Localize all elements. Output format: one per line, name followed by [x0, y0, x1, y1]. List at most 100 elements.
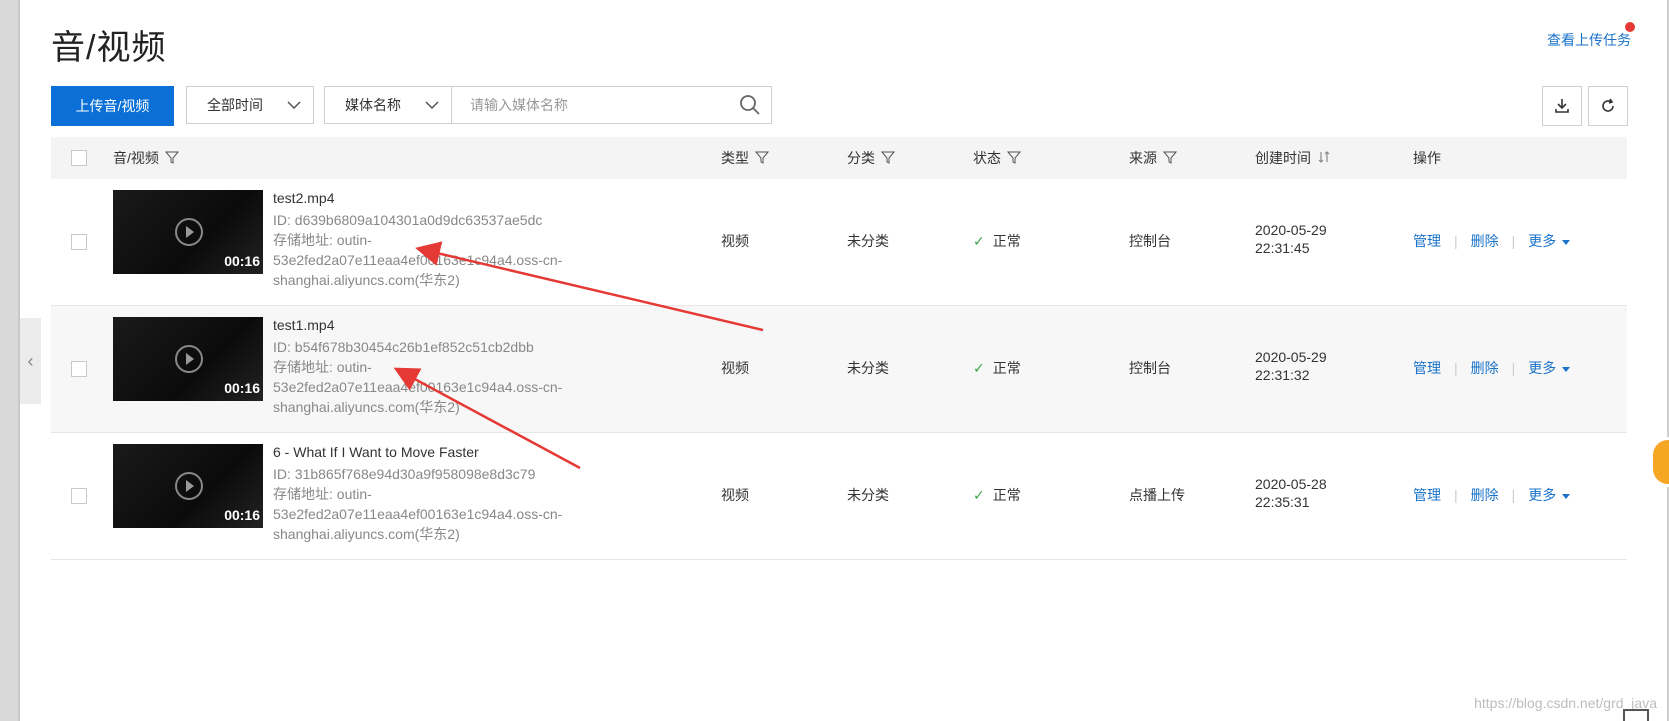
- storage-line-1: 存储地址: outin-: [273, 232, 372, 248]
- media-source: 点播上传: [1129, 487, 1185, 503]
- media-id: ID: 31b865f768e94d30a9f958098e8d3c79: [273, 466, 536, 482]
- table-row: 00:16 test1.mp4 ID: b54f678b30454c26b1ef…: [51, 306, 1627, 433]
- more-label: 更多: [1528, 233, 1557, 249]
- time-filter-value: 全部时间: [207, 97, 263, 113]
- caret-down-icon: [1562, 493, 1571, 499]
- media-source: 控制台: [1129, 233, 1171, 249]
- more-dropdown[interactable]: 更多: [1528, 358, 1571, 378]
- row-checkbox[interactable]: [71, 361, 87, 377]
- more-dropdown[interactable]: 更多: [1528, 485, 1571, 505]
- play-icon: [175, 472, 203, 500]
- media-name: 6 - What If I Want to Move Faster: [273, 444, 479, 460]
- col-category: 分类: [847, 137, 896, 179]
- search-field-select[interactable]: 媒体名称: [324, 86, 452, 124]
- created-date: 2020-05-29: [1255, 349, 1327, 365]
- check-icon: ✓: [973, 360, 985, 376]
- created-time: 22:35:31: [1255, 494, 1310, 510]
- storage-line-2: 53e2fed2a07e11eaa4ef00163e1c94a4.oss-cn-: [273, 252, 563, 268]
- left-gutter: [0, 0, 18, 721]
- filter-icon[interactable]: [880, 150, 896, 167]
- download-button[interactable]: [1542, 86, 1582, 126]
- status-label: 正常: [992, 233, 1021, 249]
- chevron-down-icon: [425, 101, 439, 109]
- status-label: 正常: [992, 360, 1021, 376]
- storage-line-1: 存储地址: outin-: [273, 359, 372, 375]
- more-label: 更多: [1528, 360, 1557, 376]
- col-source: 来源: [1129, 137, 1178, 179]
- filter-icon[interactable]: [754, 150, 770, 167]
- divider: |: [1454, 233, 1458, 249]
- divider: |: [1511, 233, 1516, 249]
- media-id: ID: d639b6809a104301a0d9dc63537ae5dc: [273, 212, 543, 228]
- col-actions: 操作: [1413, 137, 1441, 179]
- filter-icon[interactable]: [1162, 150, 1178, 167]
- delete-link[interactable]: 删除: [1471, 358, 1499, 378]
- search-input[interactable]: 请输入媒体名称: [452, 86, 772, 124]
- manage-link[interactable]: 管理: [1413, 485, 1441, 505]
- col-source-label: 来源: [1129, 150, 1157, 166]
- floating-help-bubble[interactable]: [1653, 440, 1669, 484]
- notification-dot: [1625, 22, 1635, 32]
- video-duration: 00:16: [224, 507, 260, 523]
- media-name: test2.mp4: [273, 190, 335, 206]
- refresh-icon: [1602, 98, 1614, 112]
- col-status: 状态: [973, 137, 1022, 179]
- check-icon: ✓: [973, 233, 985, 249]
- row-actions: 管理 | 删除 | 更多: [1413, 358, 1571, 378]
- play-icon: [175, 345, 203, 373]
- search-placeholder: 请输入媒体名称: [470, 97, 568, 113]
- table-header: 音/视频 类型 分类 状态 来源 创建时间 操作: [51, 137, 1627, 179]
- search-icon[interactable]: [739, 94, 761, 116]
- manage-link[interactable]: 管理: [1413, 358, 1441, 378]
- check-icon: ✓: [973, 487, 985, 503]
- search-group: 媒体名称 请输入媒体名称: [324, 86, 772, 126]
- status-label: 正常: [992, 487, 1021, 503]
- filter-icon[interactable]: [164, 150, 179, 167]
- select-all-checkbox[interactable]: [71, 150, 87, 166]
- delete-link[interactable]: 删除: [1471, 231, 1499, 251]
- created-time: 22:31:32: [1255, 367, 1310, 383]
- media-category: 未分类: [847, 360, 889, 376]
- storage-line-3: shanghai.aliyuncs.com(华东2): [273, 399, 460, 415]
- caret-down-icon: [1562, 366, 1571, 372]
- table-row: 00:16 test2.mp4 ID: d639b6809a104301a0d9…: [51, 179, 1627, 306]
- row-actions: 管理 | 删除 | 更多: [1413, 485, 1571, 505]
- page-title: 音/视频: [51, 29, 167, 67]
- video-thumbnail[interactable]: 00:16: [113, 190, 263, 274]
- upload-tasks-link[interactable]: 查看上传任务: [1547, 30, 1631, 50]
- col-created-label: 创建时间: [1255, 150, 1311, 166]
- download-icon: [1555, 99, 1569, 113]
- media-source: 控制台: [1129, 360, 1171, 376]
- sidebar-collapse-toggle[interactable]: ‹: [20, 318, 41, 404]
- video-duration: 00:16: [224, 253, 260, 269]
- delete-link[interactable]: 删除: [1471, 485, 1499, 505]
- search-field-value: 媒体名称: [345, 97, 401, 113]
- row-checkbox[interactable]: [71, 234, 87, 250]
- row-actions: 管理 | 删除 | 更多: [1413, 231, 1571, 251]
- chevron-down-icon: [287, 101, 301, 109]
- col-media: 音/视频: [113, 137, 179, 179]
- manage-link[interactable]: 管理: [1413, 231, 1441, 251]
- upload-media-button[interactable]: 上传音/视频: [51, 86, 174, 126]
- time-filter-select[interactable]: 全部时间: [186, 86, 314, 124]
- video-thumbnail[interactable]: 00:16: [113, 317, 263, 401]
- refresh-button[interactable]: [1588, 86, 1628, 126]
- caret-down-icon: [1562, 239, 1571, 245]
- sort-icon[interactable]: [1317, 150, 1331, 167]
- col-media-label: 音/视频: [113, 150, 159, 166]
- status: ✓ 正常: [973, 231, 1021, 251]
- media-id: ID: b54f678b30454c26b1ef852c51cb2dbb: [273, 339, 534, 355]
- keyboard-icon: [1623, 709, 1649, 721]
- col-type: 类型: [721, 137, 770, 179]
- col-created[interactable]: 创建时间: [1255, 137, 1331, 179]
- row-checkbox[interactable]: [71, 488, 87, 504]
- media-type: 视频: [721, 233, 749, 249]
- toolbar: 上传音/视频 全部时间 媒体名称 请输入媒体名称: [51, 86, 772, 126]
- video-thumbnail[interactable]: 00:16: [113, 444, 263, 528]
- filter-icon[interactable]: [1006, 150, 1022, 167]
- storage-line-1: 存储地址: outin-: [273, 486, 372, 502]
- media-category: 未分类: [847, 233, 889, 249]
- created-time: 22:31:45: [1255, 240, 1310, 256]
- storage-line-2: 53e2fed2a07e11eaa4ef00163e1c94a4.oss-cn-: [273, 379, 563, 395]
- more-dropdown[interactable]: 更多: [1528, 231, 1571, 251]
